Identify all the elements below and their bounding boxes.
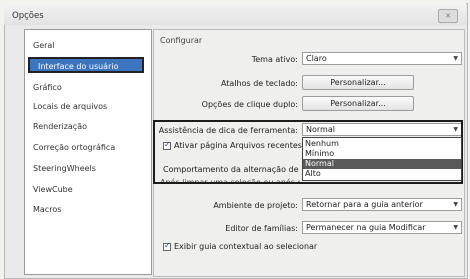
tema-ativo-value: Claro — [306, 54, 327, 63]
ambiente-projeto-select[interactable]: Retornar para a guia anterior ▼ — [302, 198, 462, 211]
dropdown-option-alto[interactable]: Alto — [303, 169, 461, 179]
sidebar-item-geral[interactable]: Geral — [33, 41, 55, 50]
sidebar-item-interface-do-usuario[interactable]: Interface do usuário — [28, 57, 144, 73]
group-title-configurar: Configurar — [160, 36, 203, 45]
close-button[interactable]: ✕ — [438, 9, 458, 23]
tema-ativo-select[interactable]: Claro ▼ — [302, 52, 462, 65]
editor-familias-value: Permanecer na guia Modificar — [306, 223, 426, 232]
sidebar-item-correcao-ortografica[interactable]: Correção ortográfica — [33, 143, 115, 152]
exibir-guia-label: Exibir guia contextual ao selecionar — [174, 242, 318, 251]
ambiente-projeto-label: Ambiente de projeto: — [213, 201, 298, 210]
dropdown-option-normal[interactable]: Normal — [303, 159, 461, 169]
atalhos-label: Atalhos de teclado: — [220, 79, 298, 88]
sidebar-item-viewcube[interactable]: ViewCube — [33, 185, 73, 194]
ambiente-projeto-value: Retornar para a guia anterior — [306, 200, 423, 209]
chevron-down-icon: ▼ — [453, 224, 458, 231]
dropdown-option-minimo[interactable]: Mínimo — [303, 149, 461, 159]
chevron-down-icon: ▼ — [453, 55, 458, 62]
clique-duplo-label: Opções de clique duplo: — [201, 100, 298, 109]
sidebar-item-locais-de-arquivos[interactable]: Locais de arquivos — [33, 102, 107, 111]
clique-duplo-personalizar-button[interactable]: Personalizar... — [302, 96, 414, 111]
exibir-guia-checkbox[interactable] — [163, 241, 171, 251]
sidebar-item-macros[interactable]: Macros — [33, 205, 61, 214]
sidebar-item-renderizacao[interactable]: Renderização — [33, 122, 87, 131]
dropdown-option-nenhum[interactable]: Nenhum — [303, 139, 461, 149]
chevron-down-icon: ▼ — [453, 201, 458, 208]
atalhos-personalizar-button[interactable]: Personalizar... — [302, 75, 414, 90]
editor-familias-select[interactable]: Permanecer na guia Modificar ▼ — [302, 221, 462, 234]
title-bar: Opções ✕ — [4, 3, 466, 25]
editor-familias-label: Editor de famílias: — [225, 224, 298, 233]
sidebar-item-steeringwheels[interactable]: SteeringWheels — [33, 164, 96, 173]
sidebar-item-grafico[interactable]: Gráfico — [33, 83, 62, 92]
dica-ferramenta-dropdown: Nenhum Mínimo Normal Alto — [302, 137, 462, 181]
window-title: Opções — [12, 11, 44, 21]
tema-ativo-label: Tema ativo: — [251, 55, 298, 64]
sidebar: Geral Interface do usuário Gráfico Locai… — [24, 29, 152, 275]
